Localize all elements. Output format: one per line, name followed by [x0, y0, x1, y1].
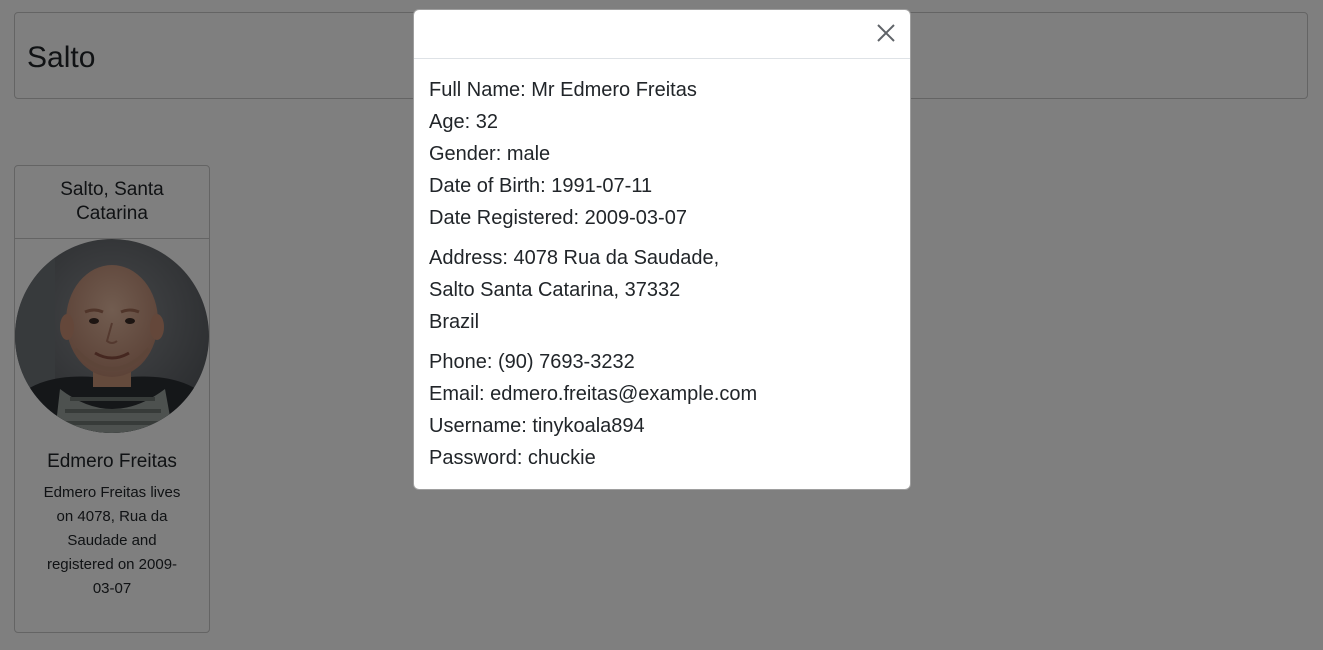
email: Email: edmero.freitas@example.com [429, 383, 758, 405]
gender: Gender: male [429, 143, 551, 165]
close-icon[interactable] [876, 23, 896, 43]
contact-info: Phone: (90) 7693-3232 Email: edmero.frei… [429, 346, 895, 474]
page: Salto Salto, Santa Catarina [0, 0, 1323, 650]
address-line-3: Brazil [429, 311, 480, 333]
address-line-2: Salto Santa Catarina, 37332 [429, 279, 681, 301]
address-line-1: Address: 4078 Rua da Saudade, [429, 247, 720, 269]
phone: Phone: (90) 7693-3232 [429, 351, 635, 373]
personal-info: Full Name: Mr Edmero Freitas Age: 32 Gen… [429, 74, 895, 234]
date-registered: Date Registered: 2009-03-07 [429, 207, 687, 229]
modal-header [414, 10, 910, 59]
modal-body: Full Name: Mr Edmero Freitas Age: 32 Gen… [414, 59, 910, 474]
password: Password: chuckie [429, 447, 596, 469]
date-of-birth: Date of Birth: 1991-07-11 [429, 175, 653, 197]
user-details-modal: Full Name: Mr Edmero Freitas Age: 32 Gen… [413, 9, 911, 490]
address-info: Address: 4078 Rua da Saudade, Salto Sant… [429, 242, 895, 338]
full-name: Full Name: Mr Edmero Freitas [429, 79, 697, 101]
username: Username: tinykoala894 [429, 415, 645, 437]
age: Age: 32 [429, 111, 498, 133]
